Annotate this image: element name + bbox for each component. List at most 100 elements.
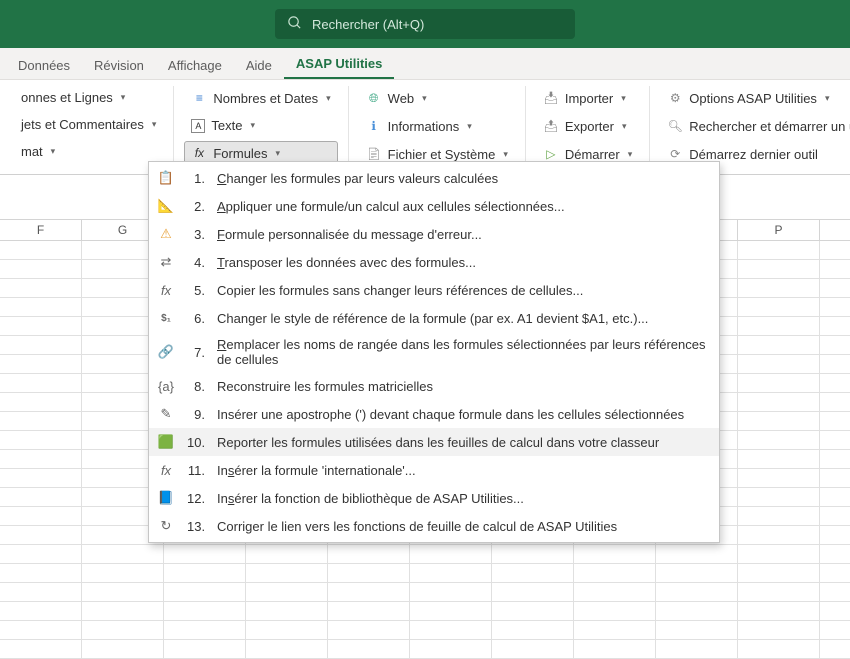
grid-cell[interactable] — [738, 260, 820, 278]
grid-cell[interactable] — [656, 621, 738, 639]
grid-cell[interactable] — [410, 564, 492, 582]
grid-cell[interactable] — [738, 279, 820, 297]
column-header[interactable]: P — [738, 220, 820, 240]
grid-cell[interactable] — [0, 507, 82, 525]
tab-help[interactable]: Aide — [234, 52, 284, 79]
grid-cell[interactable] — [328, 602, 410, 620]
grid-cell[interactable] — [246, 621, 328, 639]
menu-item-2[interactable]: 📐2.Appliquer une formule/un calcul aux c… — [149, 192, 719, 220]
grid-cell[interactable] — [82, 564, 164, 582]
grid-cell[interactable] — [328, 621, 410, 639]
grid-cell[interactable] — [410, 621, 492, 639]
grid-cell[interactable] — [738, 640, 820, 658]
grid-cell[interactable] — [492, 564, 574, 582]
menu-item-6[interactable]: $₁6.Changer le style de référence de la … — [149, 304, 719, 332]
grid-cell[interactable] — [656, 564, 738, 582]
menu-item-10[interactable]: 🟩10.Reporter les formules utilisées dans… — [149, 428, 719, 456]
grid-cell[interactable] — [738, 488, 820, 506]
format-button[interactable]: mat▾ — [14, 140, 163, 163]
grid-cell[interactable] — [82, 640, 164, 658]
grid-cell[interactable] — [0, 336, 82, 354]
grid-cell[interactable] — [492, 621, 574, 639]
grid-cell[interactable] — [656, 640, 738, 658]
grid-cell[interactable] — [738, 469, 820, 487]
menu-item-4[interactable]: ⇄4.Transposer les données avec des formu… — [149, 248, 719, 276]
grid-cell[interactable] — [0, 602, 82, 620]
grid-cell[interactable] — [246, 564, 328, 582]
grid-cell[interactable] — [0, 355, 82, 373]
grid-cell[interactable] — [328, 583, 410, 601]
grid-cell[interactable] — [738, 241, 820, 259]
grid-cell[interactable] — [164, 602, 246, 620]
grid-cell[interactable] — [0, 298, 82, 316]
grid-cell[interactable] — [0, 450, 82, 468]
grid-cell[interactable] — [410, 640, 492, 658]
web-button[interactable]: 🌐︎Web▾ — [359, 86, 515, 110]
grid-cell[interactable] — [738, 583, 820, 601]
grid-cell[interactable] — [574, 545, 656, 563]
grid-cell[interactable] — [574, 621, 656, 639]
grid-cell[interactable] — [164, 583, 246, 601]
grid-cell[interactable] — [328, 545, 410, 563]
grid-cell[interactable] — [0, 412, 82, 430]
menu-item-11[interactable]: fx11.Insérer la formule 'internationale'… — [149, 456, 719, 484]
export-button[interactable]: 📤︎Exporter▾ — [536, 114, 639, 138]
grid-cell[interactable] — [328, 640, 410, 658]
tab-asap-utilities[interactable]: ASAP Utilities — [284, 50, 394, 79]
grid-cell[interactable] — [0, 545, 82, 563]
column-header[interactable]: F — [0, 220, 82, 240]
search-start-utility-button[interactable]: 🔍︎Rechercher et démarrer un utilitaire — [660, 114, 850, 138]
grid-cell[interactable] — [492, 640, 574, 658]
grid-cell[interactable] — [738, 431, 820, 449]
grid-cell[interactable] — [82, 621, 164, 639]
import-button[interactable]: 📥︎Importer▾ — [536, 86, 639, 110]
grid-cell[interactable] — [410, 602, 492, 620]
grid-cell[interactable] — [0, 431, 82, 449]
grid-cell[interactable] — [738, 355, 820, 373]
grid-cell[interactable] — [82, 583, 164, 601]
grid-cell[interactable] — [0, 317, 82, 335]
tab-view[interactable]: Affichage — [156, 52, 234, 79]
grid-cell[interactable] — [0, 279, 82, 297]
grid-cell[interactable] — [246, 583, 328, 601]
grid-cell[interactable] — [656, 602, 738, 620]
menu-item-9[interactable]: ✎9.Insérer une apostrophe (') devant cha… — [149, 400, 719, 428]
grid-cell[interactable] — [574, 583, 656, 601]
grid-cell[interactable] — [738, 507, 820, 525]
grid-cell[interactable] — [246, 640, 328, 658]
grid-cell[interactable] — [492, 583, 574, 601]
menu-item-12[interactable]: 📘12.Insérer la fonction de bibliothèque … — [149, 484, 719, 512]
grid-cell[interactable] — [574, 564, 656, 582]
grid-cell[interactable] — [246, 545, 328, 563]
asap-options-button[interactable]: ⚙︎Options ASAP Utilities▾ — [660, 86, 850, 110]
grid-cell[interactable] — [0, 621, 82, 639]
grid-cell[interactable] — [738, 621, 820, 639]
grid-cell[interactable] — [410, 583, 492, 601]
menu-item-8[interactable]: {a}8.Reconstruire les formules matriciel… — [149, 372, 719, 400]
grid-cell[interactable] — [164, 564, 246, 582]
grid-cell[interactable] — [0, 469, 82, 487]
menu-item-13[interactable]: ↻13.Corriger le lien vers les fonctions … — [149, 512, 719, 540]
tab-review[interactable]: Révision — [82, 52, 156, 79]
numbers-dates-button[interactable]: ≡Nombres et Dates▾ — [184, 86, 337, 110]
grid-cell[interactable] — [164, 640, 246, 658]
tab-data[interactable]: Données — [6, 52, 82, 79]
grid-cell[interactable] — [656, 545, 738, 563]
menu-item-5[interactable]: fx5.Copier les formules sans changer leu… — [149, 276, 719, 304]
menu-item-3[interactable]: ⚠3.Formule personnalisée du message d'er… — [149, 220, 719, 248]
grid-cell[interactable] — [0, 640, 82, 658]
objects-comments-button[interactable]: jets et Commentaires▾ — [14, 113, 163, 136]
grid-cell[interactable] — [164, 545, 246, 563]
grid-cell[interactable] — [738, 602, 820, 620]
grid-cell[interactable] — [0, 241, 82, 259]
grid-cell[interactable] — [246, 602, 328, 620]
grid-cell[interactable] — [738, 374, 820, 392]
grid-cell[interactable] — [738, 545, 820, 563]
grid-cell[interactable] — [492, 545, 574, 563]
grid-cell[interactable] — [0, 526, 82, 544]
grid-cell[interactable] — [0, 393, 82, 411]
grid-cell[interactable] — [738, 393, 820, 411]
grid-cell[interactable] — [738, 564, 820, 582]
grid-cell[interactable] — [164, 621, 246, 639]
grid-cell[interactable] — [738, 317, 820, 335]
